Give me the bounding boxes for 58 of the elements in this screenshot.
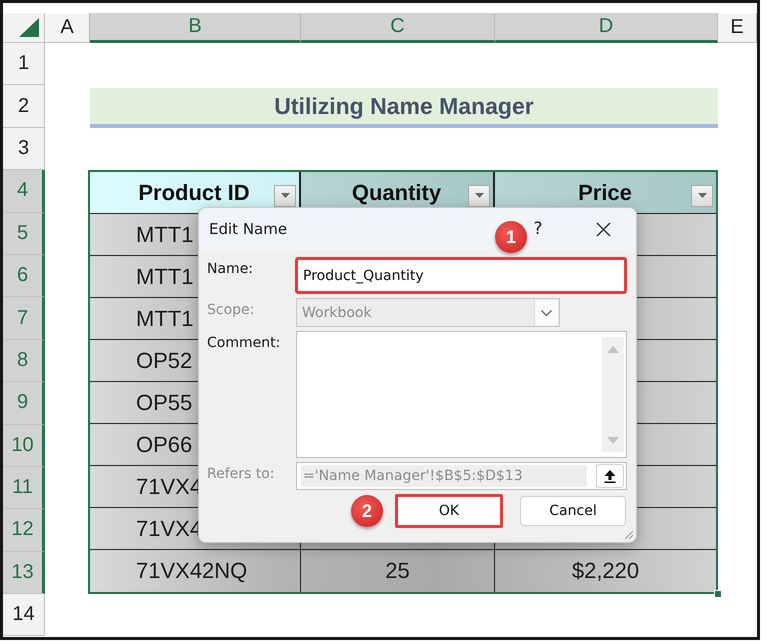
cell-value: 25 [385, 558, 410, 584]
callout-badge: 2 [351, 495, 383, 527]
row-header[interactable]: 11 [3, 466, 45, 510]
filter-dropdown-button[interactable] [691, 184, 713, 207]
cell-value: OP55 [136, 390, 192, 416]
row-header[interactable]: 14 [3, 594, 45, 636]
cell-value: MTT1 [136, 222, 194, 248]
cell-value: 71VX42NQ [136, 558, 248, 584]
triangle-down-icon [607, 437, 619, 444]
caret-down-icon [280, 193, 290, 198]
row-header[interactable]: 1 [3, 43, 45, 86]
comment-field[interactable] [296, 331, 627, 458]
caret-down-icon [474, 193, 484, 198]
caret-down-icon [698, 193, 706, 198]
cell-value: MTT1 [136, 306, 194, 332]
row-header[interactable]: 4 [3, 170, 45, 213]
column-heading: Quantity [350, 180, 442, 206]
column-heading: Product ID [137, 180, 251, 206]
scrollbar[interactable] [602, 337, 624, 452]
sheet-title: Utilizing Name Manager [90, 88, 718, 128]
corner-triangle-icon[interactable] [19, 18, 39, 37]
field-label: Comment: [207, 334, 280, 351]
column-header[interactable]: E [718, 13, 757, 43]
row-header[interactable]: 6 [3, 254, 45, 298]
close-icon [596, 222, 610, 236]
field-label: Scope: [207, 301, 254, 318]
row-header[interactable]: 3 [3, 128, 45, 170]
cell-value: OP52 [136, 348, 192, 374]
row-header[interactable]: 8 [3, 340, 45, 382]
field-label: Refers to: [207, 465, 275, 482]
column-header[interactable]: B [90, 13, 301, 43]
column-heading: Price [577, 180, 633, 206]
name-input[interactable]: Product_Quantity [295, 257, 627, 294]
row-header[interactable]: 12 [3, 509, 45, 552]
ok-button[interactable]: OK [395, 494, 503, 528]
arrow-up-icon [604, 470, 616, 482]
column-header[interactable]: A [45, 13, 90, 43]
cell-value: OP66 [136, 432, 192, 458]
cancel-button[interactable]: Cancel [520, 496, 626, 526]
chevron-down-icon [541, 310, 552, 316]
fill-handle[interactable] [714, 590, 722, 598]
field-label: Name: [207, 260, 254, 277]
row-header[interactable]: 9 [3, 382, 45, 425]
triangle-up-icon [607, 346, 619, 353]
filter-dropdown-button[interactable] [274, 184, 296, 207]
column-header[interactable]: D [495, 13, 718, 43]
row-header[interactable]: 13 [3, 552, 45, 594]
help-button[interactable]: ? [524, 214, 552, 244]
row-header[interactable]: 5 [3, 212, 45, 255]
dialog-title: Edit Name [209, 220, 288, 238]
cell-value: $2,220 [572, 558, 640, 584]
column-header[interactable]: C [301, 13, 495, 43]
cell-value: MTT1 [136, 264, 194, 290]
row-header[interactable]: 2 [3, 85, 45, 128]
row-header[interactable]: 7 [3, 297, 45, 340]
row-header[interactable]: 10 [3, 424, 45, 467]
filter-dropdown-button[interactable] [468, 184, 490, 207]
resize-grip-icon[interactable] [623, 529, 633, 539]
